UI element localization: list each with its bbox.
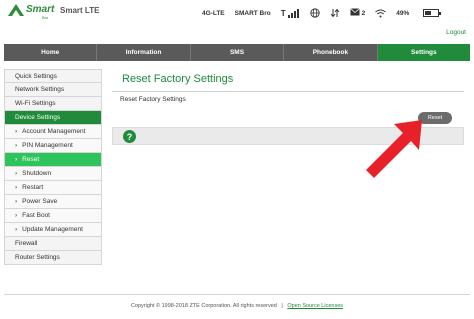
sidebar-item-update-management[interactable]: › Update Management <box>4 223 102 237</box>
chevron-right-icon: › <box>15 156 18 163</box>
chevron-right-icon: › <box>15 142 18 149</box>
tab-sms[interactable]: SMS <box>191 44 285 61</box>
sidebar-item-label: Account Management <box>22 128 86 135</box>
sidebar-item-restart[interactable]: › Restart <box>4 181 102 195</box>
copyright-text: Copyright © 1998-2018 ZTE Corporation. A… <box>130 303 277 309</box>
network-type: 4G-LTE <box>202 9 225 17</box>
arrow-icon <box>366 120 422 178</box>
sidebar-item-label: Restart <box>22 184 44 191</box>
sidebar-item-network-settings[interactable]: Network Settings <box>4 83 102 97</box>
chevron-right-icon: › <box>15 226 18 233</box>
sidebar-item-pin-management[interactable]: › PIN Management <box>4 139 102 153</box>
sidebar-item-firewall[interactable]: Firewall <box>4 237 102 251</box>
open-source-link[interactable]: Open Source Licenses <box>287 303 343 309</box>
tab-settings[interactable]: Settings <box>377 44 471 61</box>
wifi-icon <box>375 9 387 18</box>
transfer-icon <box>330 8 340 18</box>
tab-information[interactable]: Information <box>97 44 191 61</box>
sidebar-item-account-management[interactable]: › Account Management <box>4 125 102 139</box>
sidebar-item-wifi-settings[interactable]: Wi-Fi Settings <box>4 97 102 111</box>
status-bar: 4G-LTE SMART Bro T 2 49% <box>202 6 442 20</box>
sms-icon <box>349 8 360 18</box>
chevron-right-icon: › <box>15 128 18 135</box>
main-nav: Home Information SMS Phonebook Settings <box>4 44 471 61</box>
sidebar-item-quick-settings[interactable]: Quick Settings <box>4 69 102 83</box>
brand-name: Smart <box>26 4 55 15</box>
battery-icon <box>423 9 442 17</box>
battery-percent: 49% <box>396 9 410 17</box>
smart-logo-icon: Smart Bro <box>6 2 55 22</box>
sidebar-item-label: Update Management <box>22 226 83 233</box>
help-icon[interactable]: ? <box>123 130 136 143</box>
section-label: Reset Factory Settings <box>120 96 186 103</box>
sidebar-item-reset[interactable]: › Reset <box>4 153 102 167</box>
sidebar-item-shutdown[interactable]: › Shutdown <box>4 167 102 181</box>
product-name: Smart LTE <box>60 6 100 15</box>
tab-phonebook[interactable]: Phonebook <box>284 44 378 61</box>
footer-divider <box>4 294 470 295</box>
header: Smart Bro Smart LTE 4G-LTE SMART Bro T 2… <box>0 0 474 26</box>
page-title: Reset Factory Settings <box>112 69 464 92</box>
carrier-name: SMART Bro <box>234 9 271 17</box>
sidebar-item-router-settings[interactable]: Router Settings <box>4 251 102 265</box>
sidebar-item-fast-boot[interactable]: › Fast Boot <box>4 209 102 223</box>
chevron-right-icon: › <box>15 198 18 205</box>
sms-indicator[interactable]: 2 <box>349 8 366 18</box>
sidebar-item-power-save[interactable]: › Power Save <box>4 195 102 209</box>
sidebar: Quick Settings Network Settings Wi-Fi Se… <box>4 69 102 265</box>
logout-link[interactable]: Logout <box>446 29 466 36</box>
footer-separator: | <box>281 303 283 309</box>
sms-count: 2 <box>361 9 366 17</box>
brand-sub: Bro <box>42 15 49 20</box>
main-content: Reset Factory Settings Reset Factory Set… <box>112 69 464 145</box>
signal-icon: T <box>281 8 300 18</box>
sidebar-item-label: Power Save <box>22 198 58 205</box>
chevron-right-icon: › <box>15 184 18 191</box>
sidebar-item-label: Fast Boot <box>22 212 50 219</box>
chevron-right-icon: › <box>15 170 18 177</box>
sidebar-item-label: Reset <box>22 156 40 163</box>
network-icon <box>309 8 320 18</box>
sidebar-item-device-settings[interactable]: Device Settings <box>4 111 102 125</box>
sidebar-item-label: PIN Management <box>22 142 73 149</box>
sidebar-item-label: Shutdown <box>22 170 52 177</box>
tab-home[interactable]: Home <box>4 44 98 61</box>
footer: Copyright © 1998-2018 ZTE Corporation. A… <box>0 303 474 309</box>
chevron-right-icon: › <box>15 212 18 219</box>
